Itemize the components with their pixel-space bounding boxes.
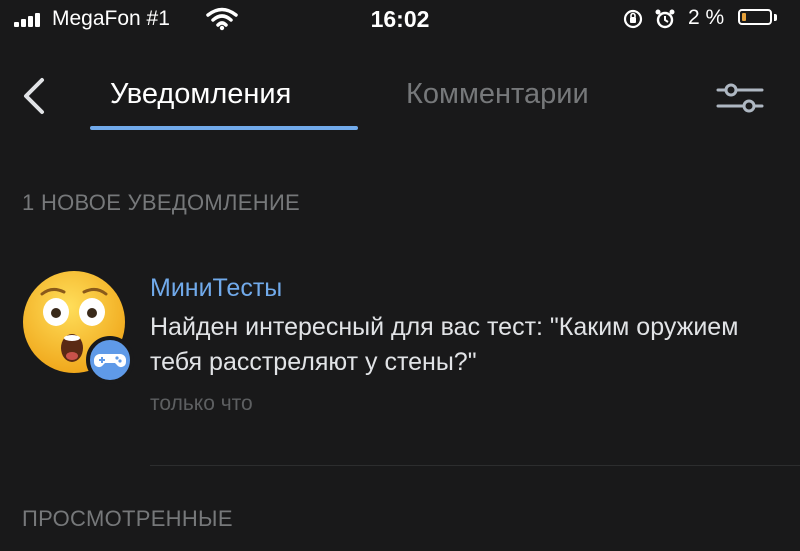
tab-comments[interactable]: Комментарии [406, 78, 589, 111]
back-chevron-icon[interactable] [14, 74, 54, 118]
active-tab-indicator [90, 126, 358, 130]
section-title-seen: ПРОСМОТРЕННЫЕ [22, 506, 233, 531]
battery-percent: 2 % [688, 6, 725, 29]
filter-settings-icon[interactable] [712, 80, 768, 116]
divider [150, 465, 800, 466]
battery-tip [774, 14, 777, 21]
battery-icon [738, 9, 772, 25]
gamepad-icon [86, 336, 134, 384]
notification-sender[interactable]: МиниТесты [150, 274, 282, 303]
notification-time: только что [150, 392, 253, 415]
tab-notifications[interactable]: Уведомления [110, 78, 291, 111]
status-time: 16:02 [370, 6, 430, 32]
notification-item[interactable]: МиниТесты Найден интересный для вас тест… [0, 250, 800, 430]
notification-message: Найден интересный для вас тест: "Каким о… [150, 313, 739, 376]
status-bar: MegaFon #1 16:02 2 % [0, 0, 800, 40]
rotation-lock-icon [623, 9, 643, 29]
alarm-icon [655, 9, 675, 29]
section-title-new: 1 НОВОЕ УВЕДОМЛЕНИЕ [22, 190, 301, 215]
